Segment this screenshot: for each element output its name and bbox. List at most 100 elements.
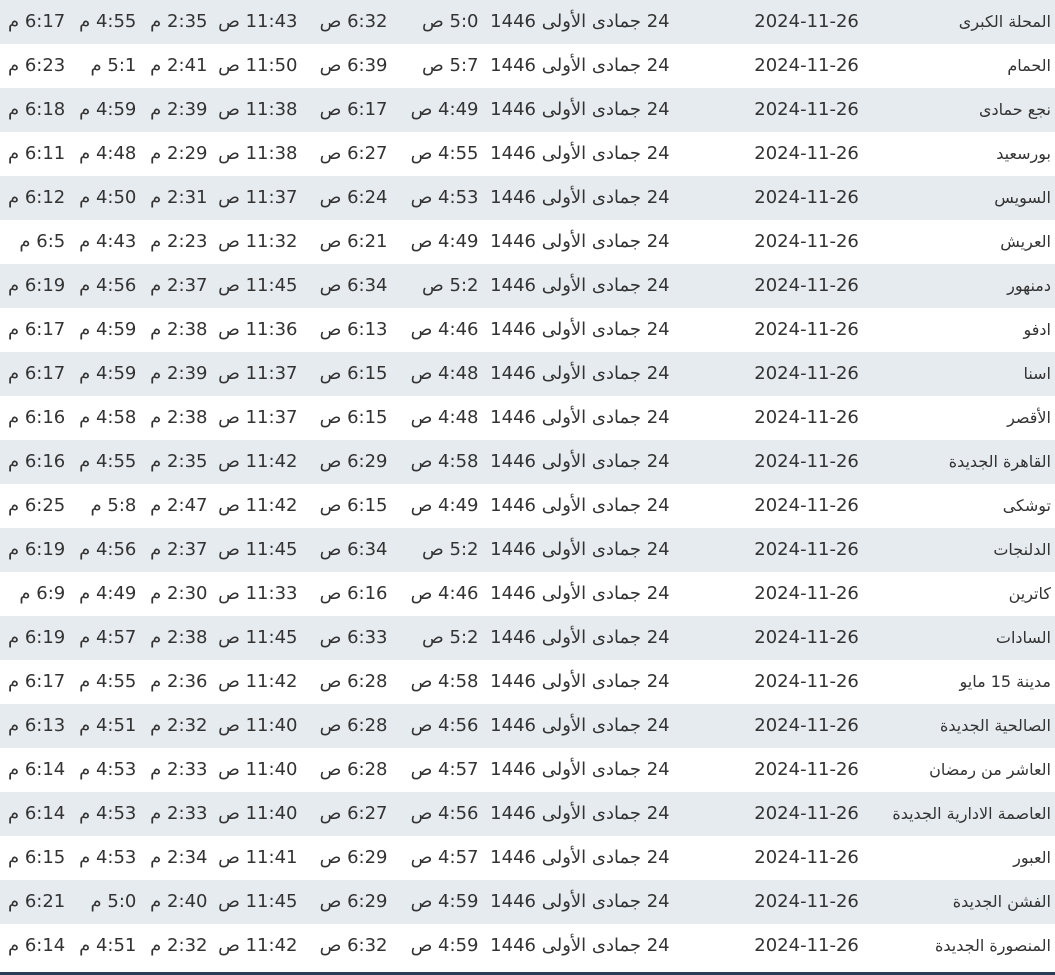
hijri-date-cell: 24 جمادى الأولى 1446	[490, 407, 670, 428]
hijri-date-cell: 24 جمادى الأولى 1446	[490, 803, 670, 824]
date-cell: 2024-11-26	[754, 407, 859, 428]
hijri-date-cell: 24 جمادى الأولى 1446	[490, 627, 670, 648]
dhuhr-time-cell: 11:45 ص	[218, 539, 298, 560]
sunrise-time-cell: 6:34 ص	[319, 275, 388, 296]
dhuhr-time-cell: 11:40 ص	[218, 759, 298, 780]
isha-time-cell: 6:19 م	[7, 539, 66, 560]
table-row: الصالحية الجديدة 2024-11-26 24 جمادى الأول…	[0, 704, 1055, 748]
date-cell: 2024-11-26	[754, 187, 859, 208]
dhuhr-time-cell: 11:45 ص	[218, 275, 298, 296]
hijri-date-cell: 24 جمادى الأولى 1446	[490, 935, 670, 956]
fajr-time-cell: 4:59 ص	[410, 935, 479, 956]
fajr-time-cell: 4:57 ص	[410, 847, 479, 868]
city-cell: كاترين	[1008, 584, 1051, 603]
hijri-date-cell: 24 جمادى الأولى 1446	[490, 495, 670, 516]
asr-time-cell: 2:23 م	[150, 231, 208, 252]
hijri-date-cell: 24 جمادى الأولى 1446	[490, 143, 670, 164]
isha-time-cell: 6:17 م	[7, 319, 66, 340]
sunrise-time-cell: 6:33 ص	[319, 627, 388, 648]
sunrise-time-cell: 6:24 ص	[319, 187, 388, 208]
isha-time-cell: 6:9 م	[19, 583, 66, 604]
maghrib-time-cell: 5:0 م	[90, 891, 137, 912]
maghrib-time-cell: 4:57 م	[79, 627, 137, 648]
date-cell: 2024-11-26	[754, 759, 859, 780]
maghrib-time-cell: 4:43 م	[79, 231, 137, 252]
sunrise-time-cell: 6:32 ص	[319, 935, 388, 956]
maghrib-time-cell: 4:49 م	[79, 583, 137, 604]
fajr-time-cell: 4:57 ص	[410, 759, 479, 780]
dhuhr-time-cell: 11:38 ص	[218, 99, 298, 120]
maghrib-time-cell: 5:8 م	[90, 495, 137, 516]
table-row: السادات 2024-11-26 24 جمادى الأولى 1446 5:2…	[0, 616, 1055, 660]
dhuhr-time-cell: 11:40 ص	[218, 803, 298, 824]
sunrise-time-cell: 6:34 ص	[319, 539, 388, 560]
asr-time-cell: 2:40 م	[150, 891, 208, 912]
sunrise-time-cell: 6:29 ص	[319, 891, 388, 912]
fajr-time-cell: 4:55 ص	[410, 143, 479, 164]
asr-time-cell: 2:35 م	[150, 11, 208, 32]
city-cell: الفشن الجديدة	[952, 892, 1051, 911]
isha-time-cell: 6:18 م	[7, 99, 66, 120]
hijri-date-cell: 24 جمادى الأولى 1446	[490, 671, 670, 692]
date-cell: 2024-11-26	[754, 935, 859, 956]
table-row: الدلنجات 2024-11-26 24 جمادى الأولى 1446 5:…	[0, 528, 1055, 572]
isha-time-cell: 6:19 م	[7, 627, 66, 648]
city-cell: العبور	[1013, 848, 1051, 867]
date-cell: 2024-11-26	[754, 627, 859, 648]
fajr-time-cell: 4:53 ص	[410, 187, 479, 208]
date-cell: 2024-11-26	[754, 451, 859, 472]
sunrise-time-cell: 6:39 ص	[319, 55, 388, 76]
asr-time-cell: 2:33 م	[150, 803, 208, 824]
sunrise-time-cell: 6:21 ص	[319, 231, 388, 252]
date-cell: 2024-11-26	[754, 319, 859, 340]
city-cell: العاصمة الادارية الجديدة	[892, 804, 1051, 823]
sunrise-time-cell: 6:27 ص	[319, 143, 388, 164]
maghrib-time-cell: 4:56 م	[79, 539, 137, 560]
hijri-date-cell: 24 جمادى الأولى 1446	[490, 275, 670, 296]
hijri-date-cell: 24 جمادى الأولى 1446	[490, 539, 670, 560]
city-cell: المنصورة الجديدة	[934, 936, 1051, 955]
city-cell: اسنا	[1023, 364, 1051, 383]
maghrib-time-cell: 4:55 م	[79, 671, 137, 692]
asr-time-cell: 2:38 م	[150, 627, 208, 648]
table-row: العبور 2024-11-26 24 جمادى الأولى 1446 4:57…	[0, 836, 1055, 880]
dhuhr-time-cell: 11:50 ص	[218, 55, 298, 76]
asr-time-cell: 2:47 م	[150, 495, 208, 516]
fajr-time-cell: 5:0 ص	[422, 11, 479, 32]
maghrib-time-cell: 4:53 م	[79, 803, 137, 824]
sunrise-time-cell: 6:28 ص	[319, 715, 388, 736]
city-cell: السادات	[995, 628, 1051, 647]
isha-time-cell: 6:11 م	[7, 143, 66, 164]
hijri-date-cell: 24 جمادى الأولى 1446	[490, 847, 670, 868]
sunrise-time-cell: 6:15 ص	[319, 407, 388, 428]
dhuhr-time-cell: 11:38 ص	[218, 143, 298, 164]
sunrise-time-cell: 6:15 ص	[319, 495, 388, 516]
dhuhr-time-cell: 11:41 ص	[218, 847, 298, 868]
fajr-time-cell: 4:59 ص	[410, 891, 479, 912]
isha-time-cell: 6:12 م	[7, 187, 66, 208]
city-cell: المحلة الكبرى	[958, 12, 1051, 31]
asr-time-cell: 2:31 م	[150, 187, 208, 208]
city-cell: السويس	[994, 188, 1051, 207]
table-row: ادفو 2024-11-26 24 جمادى الأولى 1446 4:46 ص…	[0, 308, 1055, 352]
isha-time-cell: 6:19 م	[7, 275, 66, 296]
city-cell: دمنهور	[1007, 276, 1051, 295]
hijri-date-cell: 24 جمادى الأولى 1446	[490, 759, 670, 780]
date-cell: 2024-11-26	[754, 231, 859, 252]
asr-time-cell: 2:39 م	[150, 363, 208, 384]
fajr-time-cell: 4:46 ص	[410, 583, 479, 604]
date-cell: 2024-11-26	[754, 55, 859, 76]
maghrib-time-cell: 4:58 م	[79, 407, 137, 428]
maghrib-time-cell: 4:48 م	[79, 143, 137, 164]
asr-time-cell: 2:36 م	[150, 671, 208, 692]
maghrib-time-cell: 4:59 م	[79, 319, 137, 340]
table-row: اسنا 2024-11-26 24 جمادى الأولى 1446 4:48 ص…	[0, 352, 1055, 396]
maghrib-time-cell: 4:51 م	[79, 935, 137, 956]
table-row: الأقصر 2024-11-26 24 جمادى الأولى 1446 4:48…	[0, 396, 1055, 440]
maghrib-time-cell: 4:55 م	[79, 451, 137, 472]
sunrise-time-cell: 6:28 ص	[319, 759, 388, 780]
table-row: العاشر من رمضان 2024-11-26 24 جمادى الأولى…	[0, 748, 1055, 792]
date-cell: 2024-11-26	[754, 891, 859, 912]
city-cell: الأقصر	[1007, 408, 1051, 427]
asr-time-cell: 2:38 م	[150, 319, 208, 340]
